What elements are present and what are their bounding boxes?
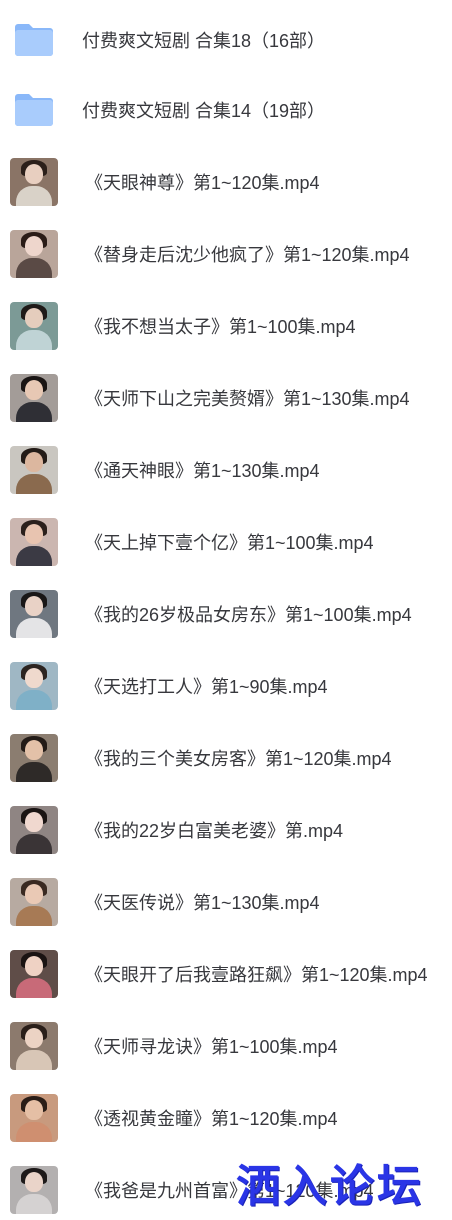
file-name: 《我的22岁白富美老婆》第.mp4: [85, 821, 344, 841]
video-thumbnail: [10, 734, 58, 782]
video-thumbnail: [10, 1094, 58, 1142]
video-thumbnail: [10, 1166, 58, 1214]
video-file-row[interactable]: 《我的三个美女房客》第1~120集.mp4: [0, 728, 452, 788]
folder-row[interactable]: 付费爽文短剧 合集14（19部）: [0, 80, 452, 140]
video-file-row[interactable]: 《我的26岁极品女房东》第1~100集.mp4: [0, 584, 452, 644]
video-file-row[interactable]: 《天师下山之完美赘婿》第1~130集.mp4: [0, 368, 452, 428]
folder-name: 付费爽文短剧 合集14（19部）: [82, 101, 326, 121]
video-thumbnail: [10, 302, 58, 350]
video-thumbnail: [10, 590, 58, 638]
file-name: 《天选打工人》第1~90集.mp4: [85, 677, 328, 697]
file-name: 《天眼开了后我壹路狂飙》第1~120集.mp4: [85, 965, 428, 985]
video-file-row[interactable]: 《我的22岁白富美老婆》第.mp4: [0, 800, 452, 860]
video-file-row[interactable]: 《通天神眼》第1~130集.mp4: [0, 440, 452, 500]
video-file-row[interactable]: 《天师寻龙诀》第1~100集.mp4: [0, 1016, 452, 1076]
folder-icon: [15, 24, 53, 56]
video-thumbnail: [10, 950, 58, 998]
video-thumbnail: [10, 158, 58, 206]
video-file-row[interactable]: 《天眼神尊》第1~120集.mp4: [0, 152, 452, 212]
video-file-row[interactable]: 《替身走后沈少他疯了》第1~120集.mp4: [0, 224, 452, 284]
video-thumbnail: [10, 518, 58, 566]
video-thumbnail: [10, 446, 58, 494]
video-thumbnail: [10, 806, 58, 854]
file-name: 《通天神眼》第1~130集.mp4: [85, 461, 320, 481]
video-file-row[interactable]: 《天上掉下壹个亿》第1~100集.mp4: [0, 512, 452, 572]
watermark: 洒入论坛: [236, 1161, 424, 1212]
folder-name: 付费爽文短剧 合集18（16部）: [82, 31, 326, 51]
file-name: 《我的26岁极品女房东》第1~100集.mp4: [85, 605, 412, 625]
file-name: 《天上掉下壹个亿》第1~100集.mp4: [85, 533, 374, 553]
video-thumbnail: [10, 374, 58, 422]
video-thumbnail: [10, 662, 58, 710]
video-file-row[interactable]: 《天医传说》第1~130集.mp4: [0, 872, 452, 932]
video-file-row[interactable]: 《天眼开了后我壹路狂飙》第1~120集.mp4: [0, 944, 452, 1004]
file-name: 《我的三个美女房客》第1~120集.mp4: [85, 749, 392, 769]
file-name: 《我不想当太子》第1~100集.mp4: [85, 317, 356, 337]
video-thumbnail: [10, 230, 58, 278]
file-name: 《天医传说》第1~130集.mp4: [85, 893, 320, 913]
folder-row[interactable]: 付费爽文短剧 合集18（16部）: [0, 10, 452, 70]
video-thumbnail: [10, 878, 58, 926]
file-name: 《天师寻龙诀》第1~100集.mp4: [85, 1037, 338, 1057]
video-thumbnail: [10, 1022, 58, 1070]
file-name: 《替身走后沈少他疯了》第1~120集.mp4: [85, 245, 410, 265]
file-name: 《天师下山之完美赘婿》第1~130集.mp4: [85, 389, 410, 409]
folder-icon: [15, 94, 53, 126]
video-file-row[interactable]: 《我不想当太子》第1~100集.mp4: [0, 296, 452, 356]
file-name: 《透视黄金瞳》第1~120集.mp4: [85, 1109, 338, 1129]
file-name: 《天眼神尊》第1~120集.mp4: [85, 173, 320, 193]
video-file-row[interactable]: 《透视黄金瞳》第1~120集.mp4: [0, 1088, 452, 1148]
video-file-row[interactable]: 《天选打工人》第1~90集.mp4: [0, 656, 452, 716]
